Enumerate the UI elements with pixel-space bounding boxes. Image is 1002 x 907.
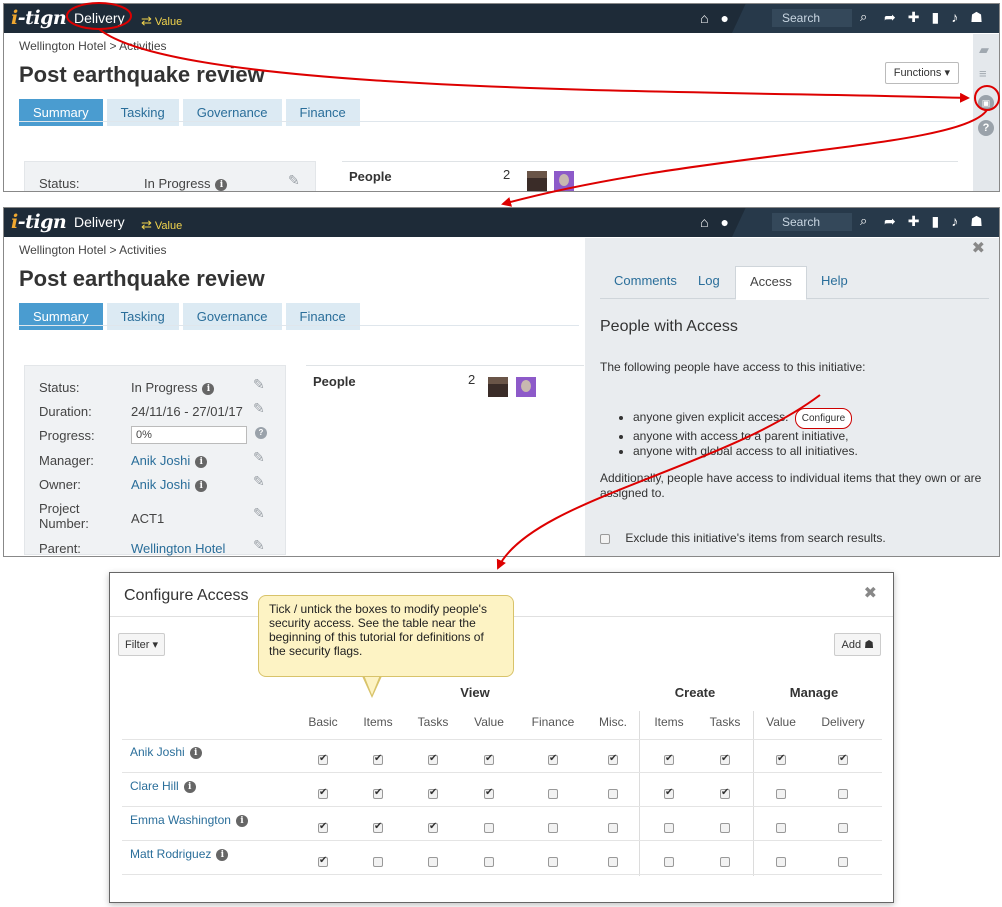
highlight-delivery-oval [66,2,132,30]
highlight-lock-circle [974,85,1000,111]
arrow-to-access-panel [501,109,988,207]
annotation-arrows [66,2,1000,570]
arrow-to-configure-dialog [496,394,821,570]
arrow-to-lock [98,28,970,103]
